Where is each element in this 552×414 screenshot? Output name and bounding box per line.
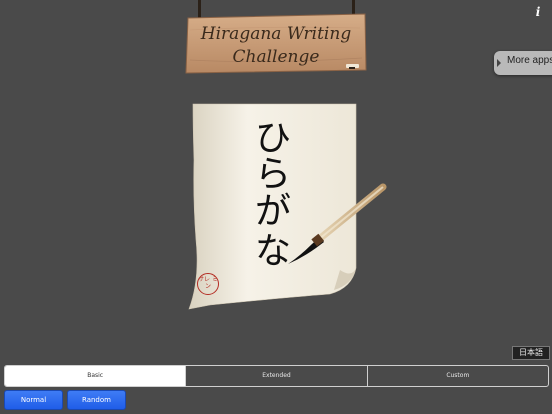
- kana-character: が: [254, 191, 291, 232]
- normal-mode-button[interactable]: Normal: [4, 390, 63, 410]
- more-apps-label: More apps: [507, 55, 552, 66]
- segment-basic[interactable]: Basic: [5, 366, 186, 386]
- random-mode-button[interactable]: Random: [67, 390, 126, 410]
- app-title-line1: Hiragana Writing: [200, 24, 352, 44]
- kana-character: ら: [254, 154, 291, 195]
- segment-custom[interactable]: Custom: [366, 366, 548, 386]
- more-apps-button[interactable]: More apps: [494, 51, 552, 75]
- info-button[interactable]: i: [532, 5, 544, 19]
- character-set-segmented-control: Basic Extended Custom: [4, 365, 549, 387]
- segment-extended[interactable]: Extended: [185, 366, 366, 386]
- hanko-stamp: サレ ミン: [197, 273, 219, 295]
- disclosure-arrow-icon: [497, 59, 501, 67]
- language-toggle-button[interactable]: 日本語: [512, 346, 550, 360]
- app-title-line2: Challenge: [232, 47, 320, 67]
- kana-character: な: [254, 231, 291, 272]
